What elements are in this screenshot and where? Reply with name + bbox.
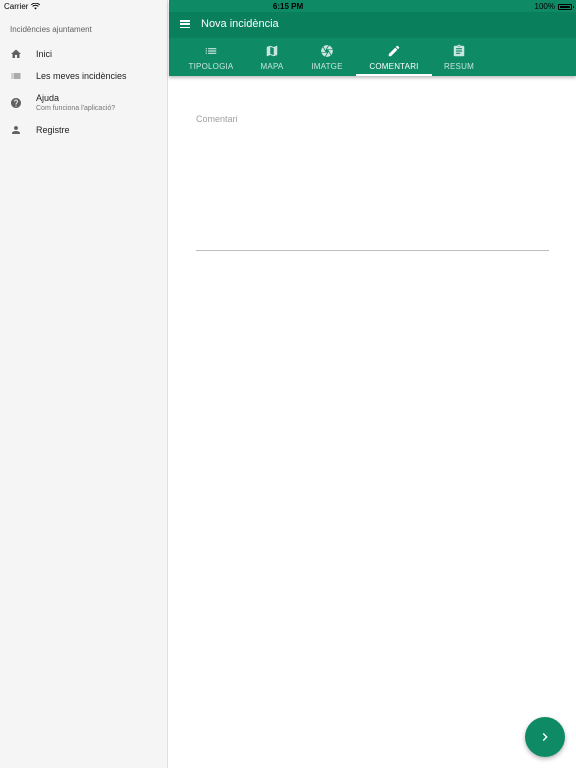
pencil-icon: [388, 45, 400, 57]
sidebar-item-inici[interactable]: Inici: [0, 48, 168, 62]
comment-field-underline: [196, 250, 549, 251]
menu-icon[interactable]: [180, 20, 190, 29]
sidebar-item-label: Registre: [36, 125, 70, 135]
sidebar-item-label: Les meves incidències: [36, 71, 127, 81]
battery-percent: 100%: [534, 2, 555, 11]
help-icon: [11, 98, 21, 108]
comment-field-label: Comentari: [196, 114, 238, 124]
drawer-header: Incidències ajuntament: [10, 25, 92, 34]
status-time: 6:15 PM: [272, 2, 304, 11]
battery-icon: [558, 3, 574, 10]
sidebar-item-registre[interactable]: Registre: [0, 124, 168, 138]
status-bar: Carrier 6:15 PM 100%: [0, 0, 576, 12]
tab-label: RESUM: [444, 62, 474, 71]
chevron-right-icon: [542, 733, 548, 741]
tab-imatge[interactable]: IMATGE: [289, 38, 365, 76]
list-icon: [11, 73, 21, 79]
sidebar-item-sublabel: Com funciona l'aplicació?: [36, 105, 116, 112]
map-icon: [266, 45, 278, 57]
clipboard-icon: [453, 44, 465, 57]
next-button[interactable]: [525, 717, 565, 757]
tab-label: IMATGE: [311, 62, 343, 71]
person-icon: [12, 126, 20, 134]
status-right: 100%: [534, 2, 574, 11]
list-icon: [205, 48, 217, 54]
tab-resum[interactable]: RESUM: [421, 38, 497, 76]
page-title: Nova incidència: [201, 18, 279, 30]
home-icon: [11, 49, 21, 58]
navigation-drawer: Incidències ajuntament Inici Les meves i…: [0, 0, 168, 768]
comment-field[interactable]: [196, 128, 549, 250]
sidebar-item-label: Ajuda: [36, 93, 60, 103]
sidebar-item-les-meves-incidencies[interactable]: Les meves incidències: [0, 70, 168, 84]
toolbar: Nova incidència: [169, 12, 576, 38]
sidebar-item-ajuda[interactable]: Ajuda Com funciona l'aplicació?: [0, 92, 168, 116]
tab-bar: TIPOLOGIA MAPA IMATGE COMENTARI RESUM: [169, 38, 576, 76]
sidebar-item-label: Inici: [36, 49, 53, 59]
camera-shutter-icon: [321, 45, 333, 57]
